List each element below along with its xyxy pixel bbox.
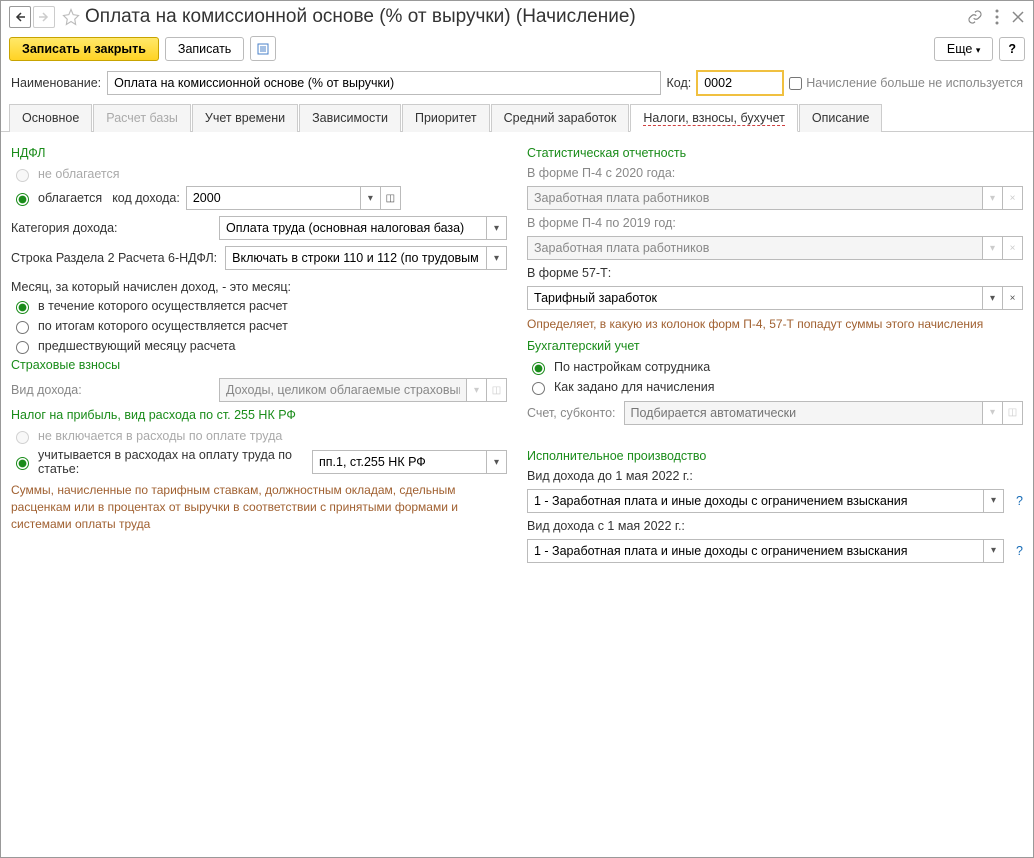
income-type-open: ◫ xyxy=(487,378,507,402)
save-button[interactable]: Записать xyxy=(165,37,244,61)
acc-title: Бухгалтерский учет xyxy=(527,339,1023,353)
month-label: Месяц, за который начислен доход, - это … xyxy=(11,280,507,294)
expense-article-select[interactable] xyxy=(312,450,487,474)
income-type-dropdown: ▾ xyxy=(467,378,487,402)
exec-title: Исполнительное производство xyxy=(527,449,1023,463)
income-cat-select[interactable] xyxy=(219,216,487,240)
f57-select[interactable] xyxy=(527,286,983,310)
inc-before-help[interactable]: ? xyxy=(1016,494,1023,508)
inc-after-help[interactable]: ? xyxy=(1016,544,1023,558)
month1-radio[interactable]: в течение которого осуществляется расчет xyxy=(11,298,507,314)
subk-label: Счет, субконто: xyxy=(527,406,616,420)
f57-label: В форме 57-Т: xyxy=(527,266,1023,280)
more-button[interactable]: Еще ▾ xyxy=(934,37,993,61)
p4-2020-clear: × xyxy=(1003,186,1023,210)
inc-after-dropdown[interactable]: ▾ xyxy=(984,539,1004,563)
profit-tax-title: Налог на прибыль, вид расхода по ст. 255… xyxy=(11,408,507,422)
code-input[interactable] xyxy=(697,71,783,95)
income-cat-label: Категория дохода: xyxy=(11,221,211,235)
tab-main[interactable]: Основное xyxy=(9,104,92,132)
income-code-input[interactable] xyxy=(186,186,361,210)
inc-after-select[interactable] xyxy=(527,539,984,563)
tab-avg[interactable]: Средний заработок xyxy=(491,104,630,132)
taxed-radio[interactable]: облагается код дохода: ▾ ◫ xyxy=(11,186,507,210)
p4-2019-clear: × xyxy=(1003,236,1023,260)
name-label: Наименование: xyxy=(11,76,101,90)
line6-label: Строка Раздела 2 Расчета 6-НДФЛ: xyxy=(11,251,217,265)
link-icon[interactable] xyxy=(967,9,983,25)
acc-custom-radio[interactable]: Как задано для начисления xyxy=(527,379,1023,395)
save-close-button[interactable]: Записать и закрыть xyxy=(9,37,159,61)
inc-before-dropdown[interactable]: ▾ xyxy=(984,489,1004,513)
help-button[interactable]: ? xyxy=(999,37,1025,61)
insurance-title: Страховые взносы xyxy=(11,358,507,372)
subk-open: ◫ xyxy=(1003,401,1023,425)
tabs: Основное Расчет базы Учет времени Зависи… xyxy=(1,103,1033,132)
ndfl-title: НДФЛ xyxy=(11,146,507,160)
forward-button xyxy=(33,6,55,28)
p4-2019-dropdown: ▾ xyxy=(983,236,1003,260)
income-cat-dropdown[interactable]: ▾ xyxy=(487,216,507,240)
not-used-label: Начисление больше не используется xyxy=(806,76,1023,90)
income-type-select xyxy=(219,378,467,402)
tab-base[interactable]: Расчет базы xyxy=(93,104,191,132)
more-label: Еще xyxy=(947,42,972,56)
p4-2020-select xyxy=(527,186,983,210)
inc-before-label: Вид дохода до 1 мая 2022 г.: xyxy=(527,469,1023,483)
close-icon[interactable] xyxy=(1011,10,1025,24)
p4-2020-dropdown: ▾ xyxy=(983,186,1003,210)
stat-note: Определяет, в какую из колонок форм П-4,… xyxy=(527,316,1023,333)
code-label: Код: xyxy=(667,76,692,90)
list-icon-button[interactable] xyxy=(250,36,276,61)
tab-desc[interactable]: Описание xyxy=(799,104,883,132)
in-expense-radio[interactable]: учитывается в расходах на оплату труда п… xyxy=(11,448,507,476)
line6-select[interactable] xyxy=(225,246,487,270)
window-title: Оплата на комиссионной основе (% от выру… xyxy=(85,6,967,28)
inc-before-select[interactable] xyxy=(527,489,984,513)
f57-clear[interactable]: × xyxy=(1003,286,1023,310)
acc-emp-radio[interactable]: По настройкам сотрудника xyxy=(527,359,1023,375)
p4-2019-select xyxy=(527,236,983,260)
p4-2020-label: В форме П-4 с 2020 года: xyxy=(527,166,1023,180)
tab-deps[interactable]: Зависимости xyxy=(299,104,401,132)
income-type-label: Вид дохода: xyxy=(11,383,211,397)
line6-dropdown[interactable]: ▾ xyxy=(487,246,507,270)
no-expense-radio[interactable]: не включается в расходы по оплате труда xyxy=(11,428,507,444)
subk-dropdown: ▾ xyxy=(983,401,1003,425)
expense-article-dropdown[interactable]: ▾ xyxy=(487,450,507,474)
not-used-checkbox[interactable]: Начисление больше не используется xyxy=(789,76,1023,90)
income-code-open[interactable]: ◫ xyxy=(381,186,401,210)
inc-after-label: Вид дохода с 1 мая 2022 г.: xyxy=(527,519,1023,533)
income-code-dropdown[interactable]: ▾ xyxy=(361,186,381,210)
tab-taxes[interactable]: Налоги, взносы, бухучет xyxy=(630,104,798,132)
tab-priority[interactable]: Приоритет xyxy=(402,104,490,132)
p4-2019-label: В форме П-4 по 2019 год: xyxy=(527,216,1023,230)
tab-time[interactable]: Учет времени xyxy=(192,104,298,132)
not-used-check[interactable] xyxy=(789,77,802,90)
favorite-icon[interactable] xyxy=(61,7,81,27)
not-taxed-radio[interactable]: не облагается xyxy=(11,166,507,182)
back-button[interactable] xyxy=(9,6,31,28)
more-vert-icon[interactable] xyxy=(995,9,999,25)
subk-input xyxy=(624,401,984,425)
stat-title: Статистическая отчетность xyxy=(527,146,1023,160)
month2-radio[interactable]: по итогам которого осуществляется расчет xyxy=(11,318,507,334)
name-input[interactable] xyxy=(107,71,660,95)
expense-note: Суммы, начисленные по тарифным ставкам, … xyxy=(11,482,507,532)
month3-radio[interactable]: предшествующий месяцу расчета xyxy=(11,338,507,354)
f57-dropdown[interactable]: ▾ xyxy=(983,286,1003,310)
